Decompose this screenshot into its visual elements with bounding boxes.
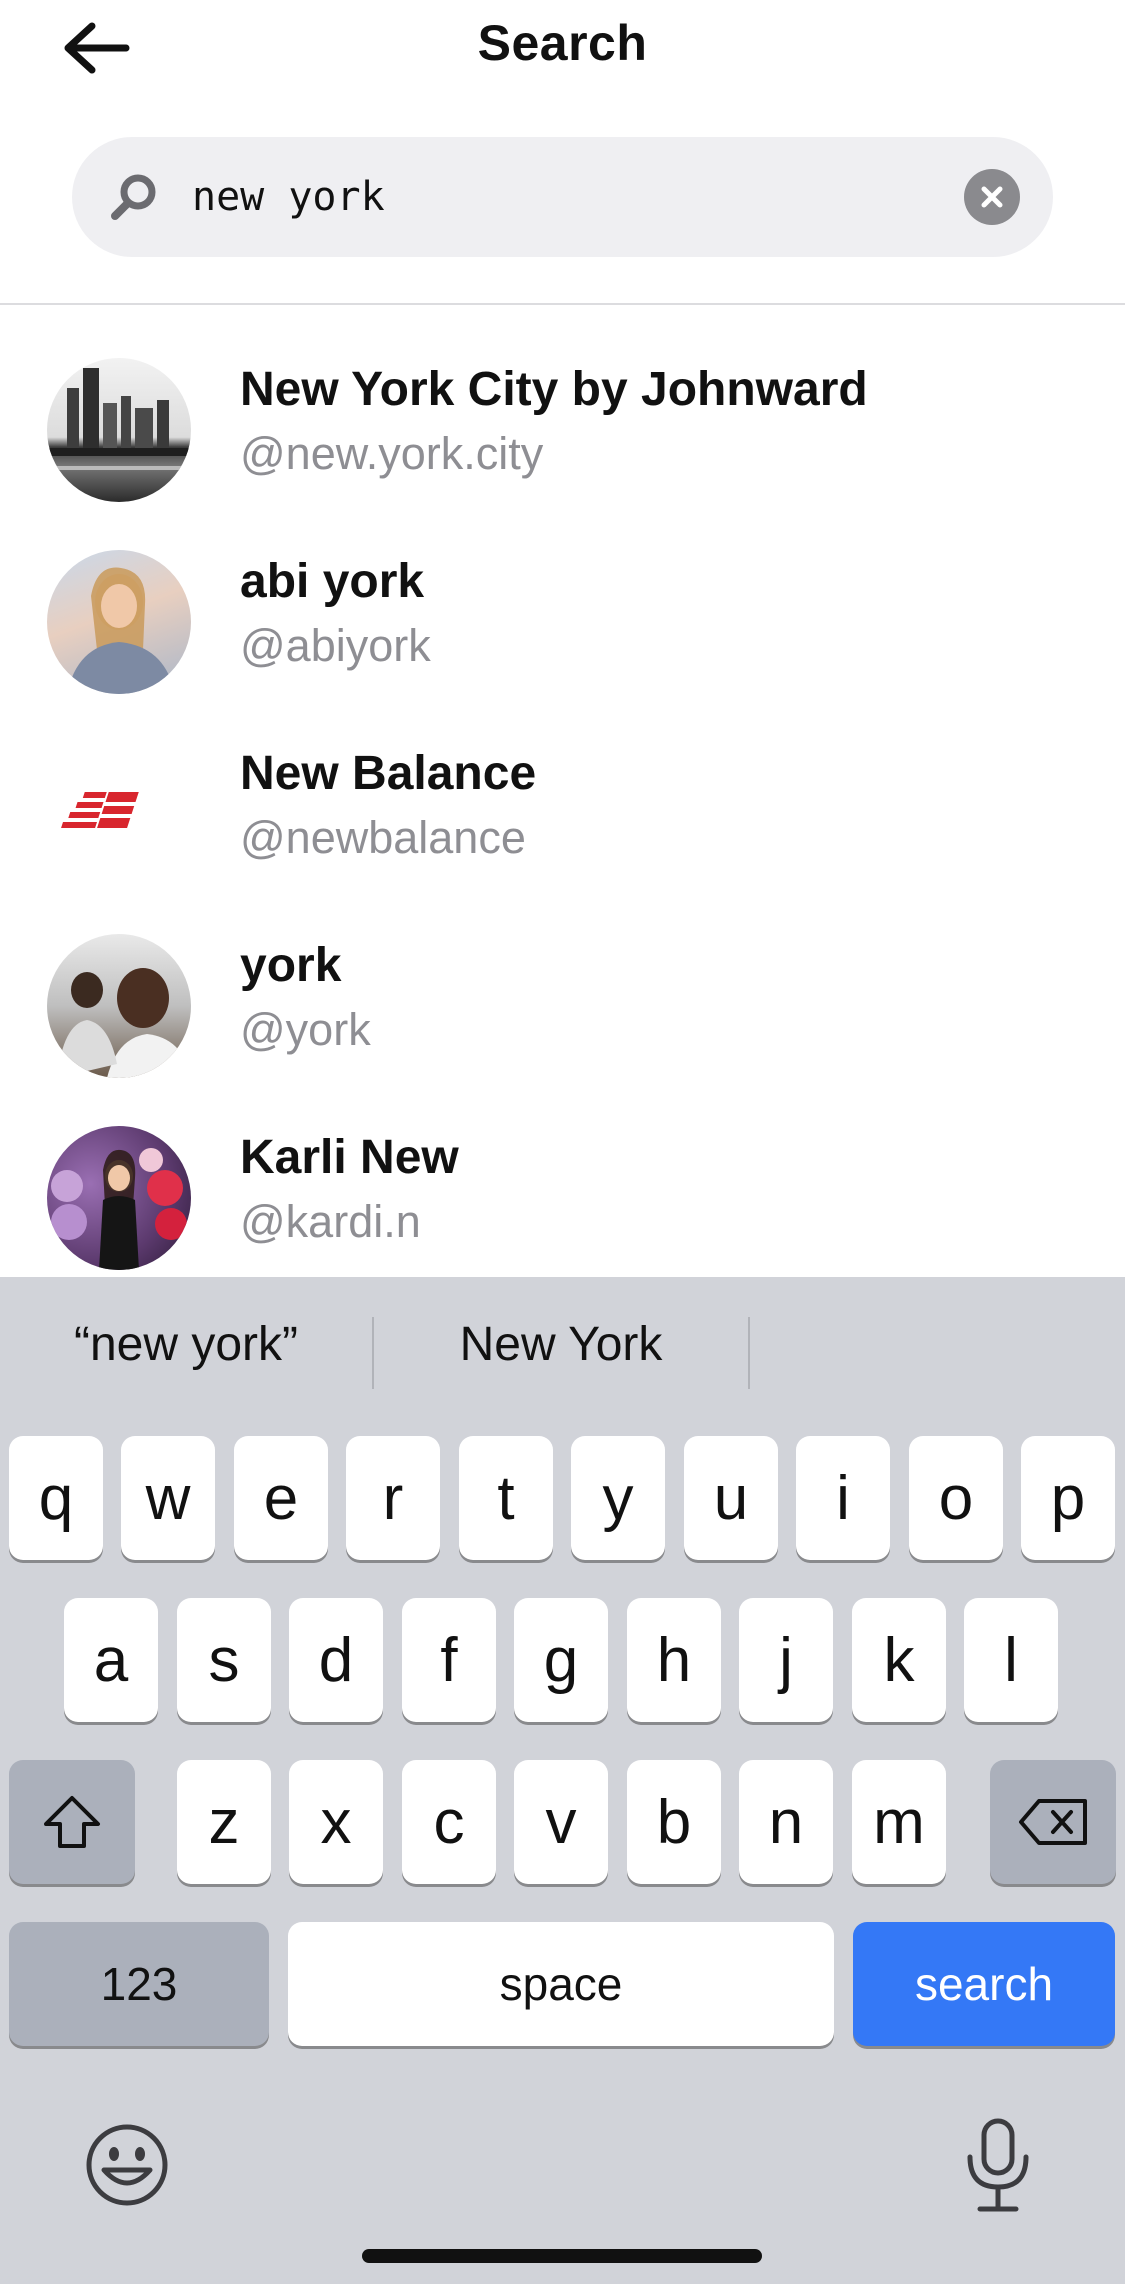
result-item[interactable]: Karli New @kardi.n — [0, 1108, 1125, 1278]
result-handle: @abiyork — [240, 620, 431, 671]
key-f[interactable]: f — [402, 1598, 496, 1722]
key-k[interactable]: k — [852, 1598, 946, 1722]
key-z[interactable]: z — [177, 1760, 271, 1884]
person-image — [51, 1148, 187, 1270]
suggestion-2[interactable]: New York — [374, 1317, 748, 1387]
key-r[interactable]: r — [346, 1436, 440, 1560]
new-balance-logo — [47, 742, 191, 886]
key-a[interactable]: a — [64, 1598, 158, 1722]
suggestion-1[interactable]: “new york” — [0, 1317, 372, 1387]
key-o[interactable]: o — [909, 1436, 1003, 1560]
key-s[interactable]: s — [177, 1598, 271, 1722]
key-h[interactable]: h — [627, 1598, 721, 1722]
microphone-icon — [967, 2118, 1029, 2212]
key-e[interactable]: e — [234, 1436, 328, 1560]
result-name: New York City by Johnward — [240, 363, 868, 416]
avatar — [47, 1126, 191, 1270]
person-image — [57, 968, 191, 1078]
key-p[interactable]: p — [1021, 1436, 1115, 1560]
search-icon — [111, 174, 156, 220]
avatar — [47, 550, 191, 694]
result-item[interactable]: abi york @abiyork — [0, 532, 1125, 702]
key-d[interactable]: d — [289, 1598, 383, 1722]
result-handle: @york — [240, 1004, 371, 1055]
numbers-key[interactable]: 123 — [9, 1922, 269, 2046]
avatar — [47, 358, 191, 502]
result-handle: @kardi.n — [240, 1196, 421, 1247]
result-name: Karli New — [240, 1131, 459, 1184]
backspace-icon — [1019, 1799, 1087, 1845]
key-g[interactable]: g — [514, 1598, 608, 1722]
key-b[interactable]: b — [627, 1760, 721, 1884]
result-handle: @new.york.city — [240, 428, 544, 479]
key-i[interactable]: i — [796, 1436, 890, 1560]
predictive-bar: “new york” New York — [0, 1277, 1125, 1427]
result-name: New Balance — [240, 747, 537, 800]
clear-search-button[interactable] — [964, 169, 1020, 225]
divider — [0, 303, 1125, 305]
result-name: york — [240, 939, 342, 992]
emoji-button[interactable] — [82, 2120, 172, 2210]
person-image — [67, 567, 175, 694]
result-item[interactable]: New York City by Johnward @new.york.city — [0, 340, 1125, 510]
avatar — [47, 934, 191, 1078]
key-l[interactable]: l — [964, 1598, 1058, 1722]
key-u[interactable]: u — [684, 1436, 778, 1560]
key-v[interactable]: v — [514, 1760, 608, 1884]
key-c[interactable]: c — [402, 1760, 496, 1884]
page-title: Search — [477, 15, 648, 71]
result-item[interactable]: york @york — [0, 916, 1125, 1086]
dictation-button[interactable] — [960, 2115, 1036, 2215]
result-item[interactable]: New Balance @newbalance — [0, 724, 1125, 894]
key-j[interactable]: j — [739, 1598, 833, 1722]
suggestion-3[interactable] — [750, 1317, 1125, 1387]
key-q[interactable]: q — [9, 1436, 103, 1560]
emoji-icon — [86, 2124, 168, 2206]
key-m[interactable]: m — [852, 1760, 946, 1884]
key-t[interactable]: t — [459, 1436, 553, 1560]
shift-icon — [44, 1796, 100, 1848]
search-input[interactable] — [192, 157, 912, 237]
key-n[interactable]: n — [739, 1760, 833, 1884]
result-handle: @newbalance — [240, 812, 526, 863]
search-key[interactable]: search — [853, 1922, 1115, 2046]
home-indicator[interactable] — [362, 2249, 762, 2263]
city-skyline-image — [47, 368, 191, 470]
header: Search — [0, 0, 1125, 100]
space-key[interactable]: space — [288, 1922, 834, 2046]
keyboard: “new york” New York q w e r t y u i o p … — [0, 1277, 1125, 2284]
result-name: abi york — [240, 555, 425, 608]
search-bar[interactable] — [72, 137, 1053, 257]
shift-key[interactable] — [9, 1760, 135, 1884]
key-x[interactable]: x — [289, 1760, 383, 1884]
key-y[interactable]: y — [571, 1436, 665, 1560]
key-w[interactable]: w — [121, 1436, 215, 1560]
delete-key[interactable] — [990, 1760, 1116, 1884]
close-icon — [981, 186, 1003, 208]
